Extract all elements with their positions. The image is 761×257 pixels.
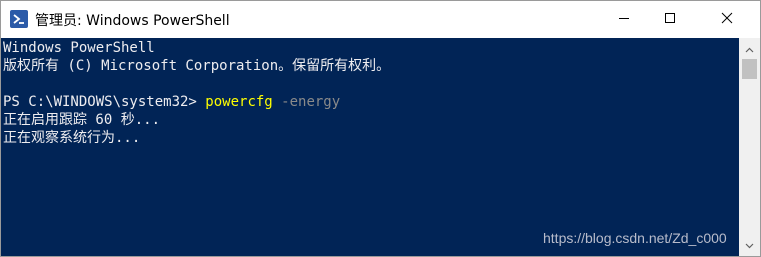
window-title: 管理员: Windows PowerShell [35, 13, 230, 29]
minimize-icon [618, 11, 630, 29]
scroll-down-button[interactable] [739, 236, 760, 254]
watermark: https://blog.csdn.net/Zd_c000 [543, 230, 727, 246]
maximize-icon [664, 11, 676, 29]
command-text: powercfg [205, 94, 273, 110]
console-line-header: Windows PowerShell [3, 40, 155, 56]
console-output[interactable]: Windows PowerShell 版权所有 (C) Microsoft Co… [1, 38, 739, 256]
chevron-down-icon [745, 236, 754, 254]
command-parameter: -energy [272, 94, 341, 110]
close-icon [721, 11, 733, 29]
console-line-tracing: 正在启用跟踪 60 秒... [3, 112, 161, 128]
title-bar[interactable]: 管理员: Windows PowerShell [1, 1, 760, 38]
close-button[interactable] [694, 1, 760, 38]
scroll-up-button[interactable] [739, 40, 760, 58]
minimize-button[interactable] [601, 1, 647, 38]
console-line-observing: 正在观察系统行为... [3, 130, 141, 146]
console-prompt-line: PS C:\WINDOWS\system32> powercfg -energy [3, 93, 340, 111]
powershell-icon[interactable] [10, 10, 28, 28]
powershell-window: 管理员: Windows PowerShell Windows PowerShe… [0, 0, 761, 257]
console-line-copyright: 版权所有 (C) Microsoft Corporation。保留所有权利。 [3, 58, 391, 74]
scroll-thumb[interactable] [742, 59, 757, 79]
maximize-button[interactable] [647, 1, 693, 38]
chevron-up-icon [745, 40, 754, 58]
vertical-scrollbar[interactable] [739, 38, 760, 256]
prompt-path: PS C:\WINDOWS\system32> [3, 94, 206, 110]
